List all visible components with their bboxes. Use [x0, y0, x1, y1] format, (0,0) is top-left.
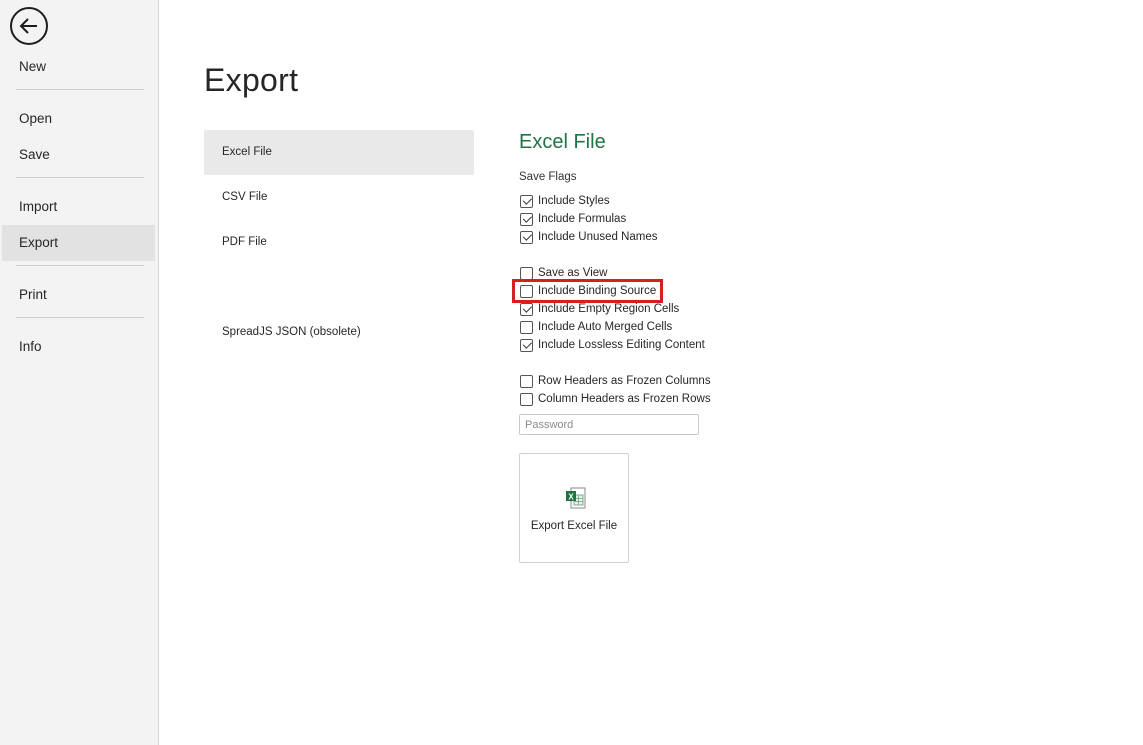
checkbox[interactable] — [520, 374, 533, 388]
option-label: Column Headers as Frozen Rows — [538, 393, 711, 405]
svg-text:X: X — [568, 492, 574, 501]
option-column-headers-frozen-rows[interactable]: Column Headers as Frozen Rows — [520, 390, 711, 408]
sidebar-item-open[interactable]: Open — [2, 101, 155, 137]
checkbox[interactable] — [520, 302, 533, 316]
option-include-styles[interactable]: Include Styles — [520, 192, 610, 210]
sidebar-item-import[interactable]: Import — [2, 189, 155, 225]
checkbox[interactable] — [520, 320, 533, 334]
option-label: Include Formulas — [538, 213, 627, 225]
checkbox[interactable] — [520, 194, 533, 208]
sidebar-item-save[interactable]: Save — [2, 137, 155, 173]
option-include-formulas[interactable]: Include Formulas — [520, 210, 626, 228]
checkbox[interactable] — [520, 230, 533, 244]
export-button-label: Export Excel File — [530, 520, 618, 532]
export-type-csv[interactable]: CSV File — [204, 175, 474, 220]
option-label: Include Auto Merged Cells — [538, 321, 673, 333]
option-label: Include Empty Region Cells — [538, 303, 680, 315]
option-include-unused-names[interactable]: Include Unused Names — [520, 228, 658, 246]
checkbox[interactable] — [520, 284, 533, 298]
option-label: Include Unused Names — [538, 231, 658, 243]
option-save-as-view[interactable]: Save as View — [520, 264, 607, 282]
option-include-empty-region-cells[interactable]: Include Empty Region Cells — [520, 300, 679, 318]
sidebar-item-print[interactable]: Print — [2, 277, 155, 313]
save-flags-label: Save Flags — [519, 171, 577, 183]
arrow-left-icon — [19, 18, 37, 34]
password-input[interactable] — [519, 414, 699, 435]
backstage-sidebar: New Open Save Import Export Print Info — [0, 0, 159, 745]
back-button[interactable] — [10, 7, 48, 45]
sidebar-divider — [16, 89, 144, 90]
sidebar-item-export[interactable]: Export — [2, 225, 155, 261]
sidebar-divider — [16, 177, 144, 178]
excel-file-icon: X — [566, 487, 586, 509]
option-label: Include Binding Source — [538, 285, 657, 297]
checkbox[interactable] — [520, 212, 533, 226]
option-label: Row Headers as Frozen Columns — [538, 375, 711, 387]
export-type-excel[interactable]: Excel File — [204, 130, 474, 175]
export-type-pdf[interactable]: PDF File — [204, 220, 474, 265]
option-label: Include Lossless Editing Content — [538, 339, 705, 351]
sidebar-divider — [16, 317, 144, 318]
export-excel-file-button[interactable]: X Export Excel File — [519, 453, 629, 563]
option-include-binding-source[interactable]: Include Binding Source — [520, 282, 656, 300]
export-type-spreadjs-json[interactable]: SpreadJS JSON (obsolete) — [204, 310, 474, 355]
option-label: Save as View — [538, 267, 608, 279]
checkbox[interactable] — [520, 338, 533, 352]
section-title: Excel File — [519, 131, 606, 153]
checkbox[interactable] — [520, 392, 533, 406]
page-title: Export — [204, 62, 299, 98]
checkbox[interactable] — [520, 266, 533, 280]
option-include-auto-merged-cells[interactable]: Include Auto Merged Cells — [520, 318, 672, 336]
option-include-lossless-editing-content[interactable]: Include Lossless Editing Content — [520, 336, 705, 354]
option-row-headers-frozen-columns[interactable]: Row Headers as Frozen Columns — [520, 372, 711, 390]
sidebar-item-info[interactable]: Info — [2, 329, 155, 365]
option-label: Include Styles — [538, 195, 610, 207]
sidebar-item-new[interactable]: New — [2, 49, 155, 85]
sidebar-divider — [16, 265, 144, 266]
